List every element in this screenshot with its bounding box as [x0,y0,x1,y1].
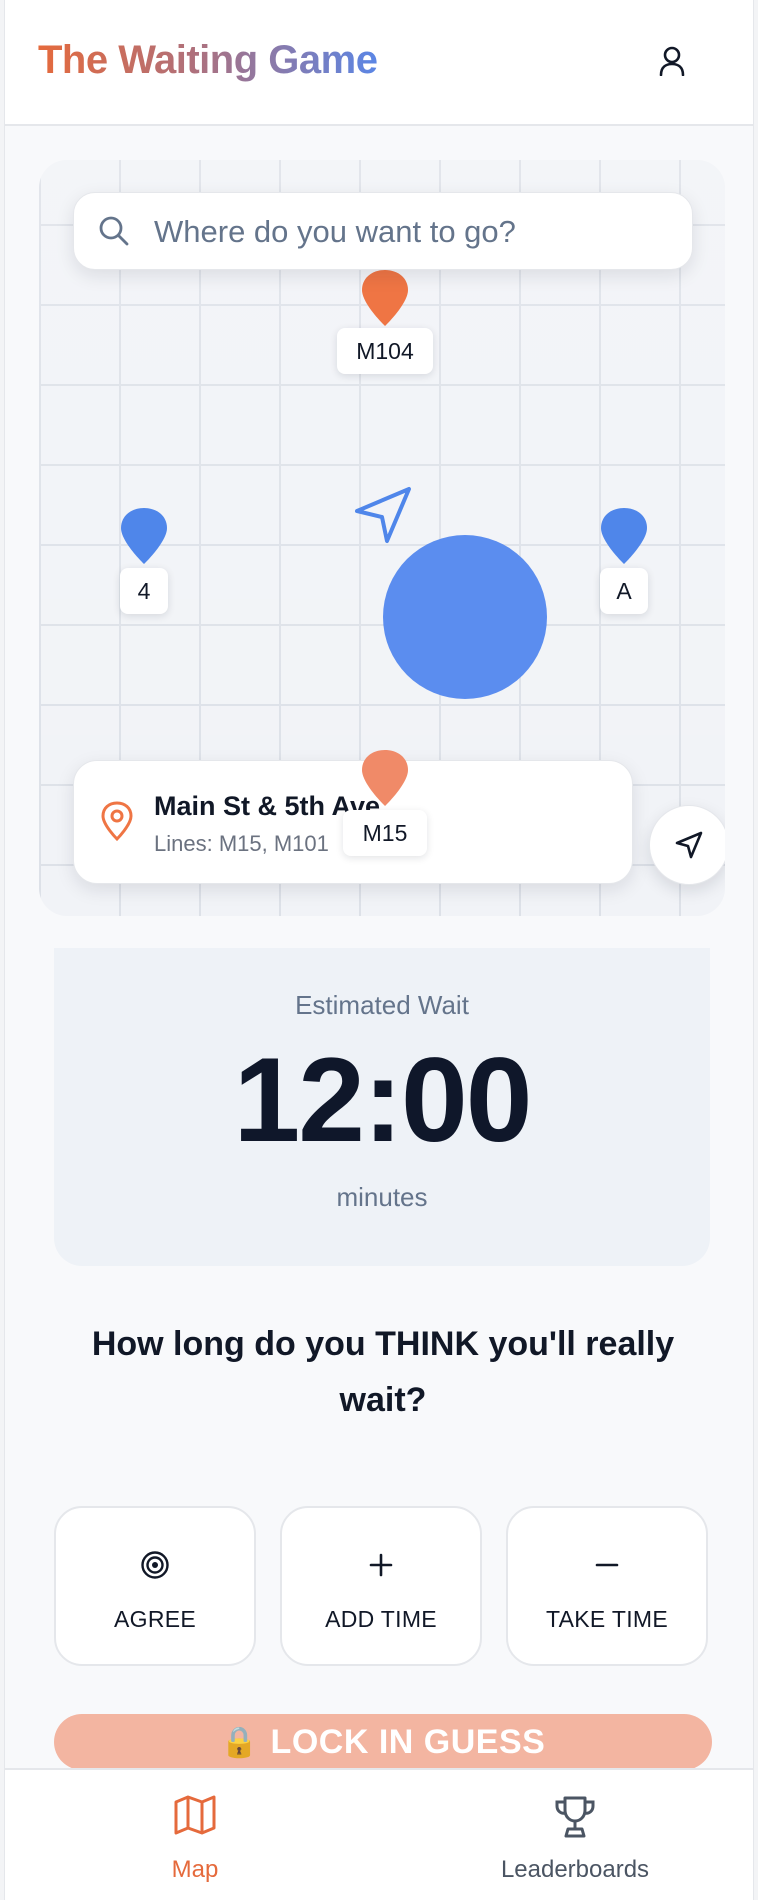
guess-choices: AGREE ADD TIME TAKE TIME [54,1506,712,1666]
agree-button[interactable]: AGREE [54,1506,256,1666]
minus-icon [595,1563,619,1567]
wait-unit: minutes [336,1182,428,1212]
bus-stop-pin-m15[interactable] [360,748,410,808]
pin-label-a[interactable]: A [600,568,648,614]
nav-leaderboards-label: Leaderboards [500,1856,650,1883]
transit-map[interactable]: M104 4 A Main St & 5th Ave Lines: M15, M… [39,160,725,916]
lock-in-guess-label: LOCK IN GUESS [270,1722,546,1761]
take-time-button[interactable]: TAKE TIME [506,1506,708,1666]
locate-me-button[interactable] [649,805,725,885]
map-icon [174,1795,216,1835]
profile-button[interactable] [648,37,696,85]
pin-label-m104[interactable]: M104 [337,328,433,374]
subway-pin-a[interactable] [599,506,649,566]
nav-map-label: Map [171,1856,219,1883]
wait-label: Estimated Wait [295,990,469,1020]
add-time-label: ADD TIME [325,1606,437,1632]
location-pin-icon [101,801,133,841]
subway-pin-4[interactable] [119,506,169,566]
app-header: The Waiting Game [5,0,753,126]
stop-lines: Lines: M15, M101 [154,831,329,856]
navigation-arrow-icon [355,487,411,543]
nav-map[interactable]: Map [115,1770,275,1900]
bottom-navigation: Map Leaderboards [5,1768,753,1900]
plus-icon [369,1553,393,1577]
search-icon [99,216,129,246]
user-icon [659,46,685,76]
search-bar[interactable] [73,192,693,270]
add-time-button[interactable]: ADD TIME [280,1506,482,1666]
navigation-icon [675,831,703,859]
wait-time: 12:00 [233,1033,533,1167]
lock-in-guess-button[interactable]: 🔒 LOCK IN GUESS [54,1714,712,1770]
pin-label-m15[interactable]: M15 [343,810,427,856]
app-frame: The Waiting Game M104 4 [4,0,754,1900]
search-input[interactable] [154,205,674,259]
bus-stop-pin-m104[interactable] [360,268,410,328]
take-time-label: TAKE TIME [546,1606,668,1632]
trophy-icon [555,1796,595,1838]
estimated-wait-card: Estimated Wait 12:00 minutes [54,948,710,1266]
lock-icon: 🔒 [220,1725,259,1759]
target-icon [141,1551,169,1579]
nav-leaderboards[interactable]: Leaderboards [465,1770,685,1900]
pin-label-4[interactable]: 4 [120,568,168,614]
agree-label: AGREE [113,1606,197,1632]
current-location-dot [383,535,547,699]
app-title: The Waiting Game [38,38,378,82]
guess-question: How long do you THINK you'll really wait… [91,1325,675,1419]
